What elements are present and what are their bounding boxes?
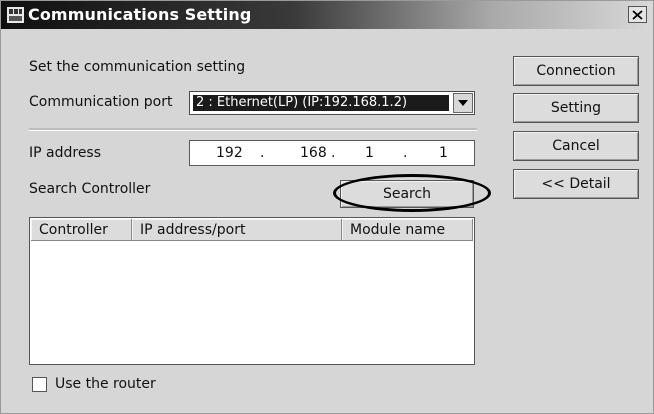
connection-button[interactable]: Connection xyxy=(513,56,639,86)
use-router-label: Use the router xyxy=(55,376,156,392)
separator xyxy=(29,128,477,131)
ip-octet-2[interactable]: 168 xyxy=(300,145,327,161)
detail-button[interactable]: << Detail xyxy=(513,169,639,199)
dialog-window: Communications Setting Set the communica… xyxy=(0,0,654,414)
cancel-button[interactable]: Cancel xyxy=(513,131,639,161)
close-icon xyxy=(632,9,643,20)
comm-port-dropdown-button[interactable] xyxy=(453,93,473,113)
ip-address-label: IP address xyxy=(29,145,102,161)
section-heading: Set the communication setting xyxy=(29,59,246,75)
app-icon xyxy=(7,7,24,23)
cancel-button-label: Cancel xyxy=(552,138,600,154)
ip-address-field[interactable]: 192 . 168 . 1 . 1 xyxy=(189,140,475,166)
close-button[interactable] xyxy=(628,6,647,23)
ip-octet-1[interactable]: 192 xyxy=(216,145,243,161)
controller-list[interactable]: Controller IP address/port Module name xyxy=(29,217,475,365)
search-controller-label: Search Controller xyxy=(29,181,151,197)
list-header: Controller IP address/port Module name xyxy=(31,219,473,241)
comm-port-value: 2 : Ethernet(LP) (IP:192.168.1.2) xyxy=(193,95,449,111)
column-header-module-name[interactable]: Module name xyxy=(342,219,473,241)
comm-port-label: Communication port xyxy=(29,94,173,110)
connection-button-label: Connection xyxy=(536,63,616,79)
chevron-down-icon xyxy=(458,100,468,106)
title-bar[interactable]: Communications Setting xyxy=(1,1,653,29)
ip-octet-4[interactable]: 1 xyxy=(439,145,448,161)
ip-dot: . xyxy=(403,145,408,161)
setting-button[interactable]: Setting xyxy=(513,93,639,123)
comm-port-select[interactable]: 2 : Ethernet(LP) (IP:192.168.1.2) xyxy=(189,91,475,115)
ip-dot: . xyxy=(260,145,265,161)
search-button-label: Search xyxy=(382,186,432,202)
setting-button-label: Setting xyxy=(550,100,602,116)
column-header-ip-port[interactable]: IP address/port xyxy=(132,219,342,241)
ip-dot: . xyxy=(331,145,336,161)
detail-button-label: << Detail xyxy=(541,176,611,192)
ip-octet-3[interactable]: 1 xyxy=(365,145,374,161)
column-header-controller[interactable]: Controller xyxy=(31,219,132,241)
search-button[interactable]: Search xyxy=(340,180,474,208)
use-router-checkbox[interactable] xyxy=(32,377,47,392)
window-title: Communications Setting xyxy=(28,5,252,24)
